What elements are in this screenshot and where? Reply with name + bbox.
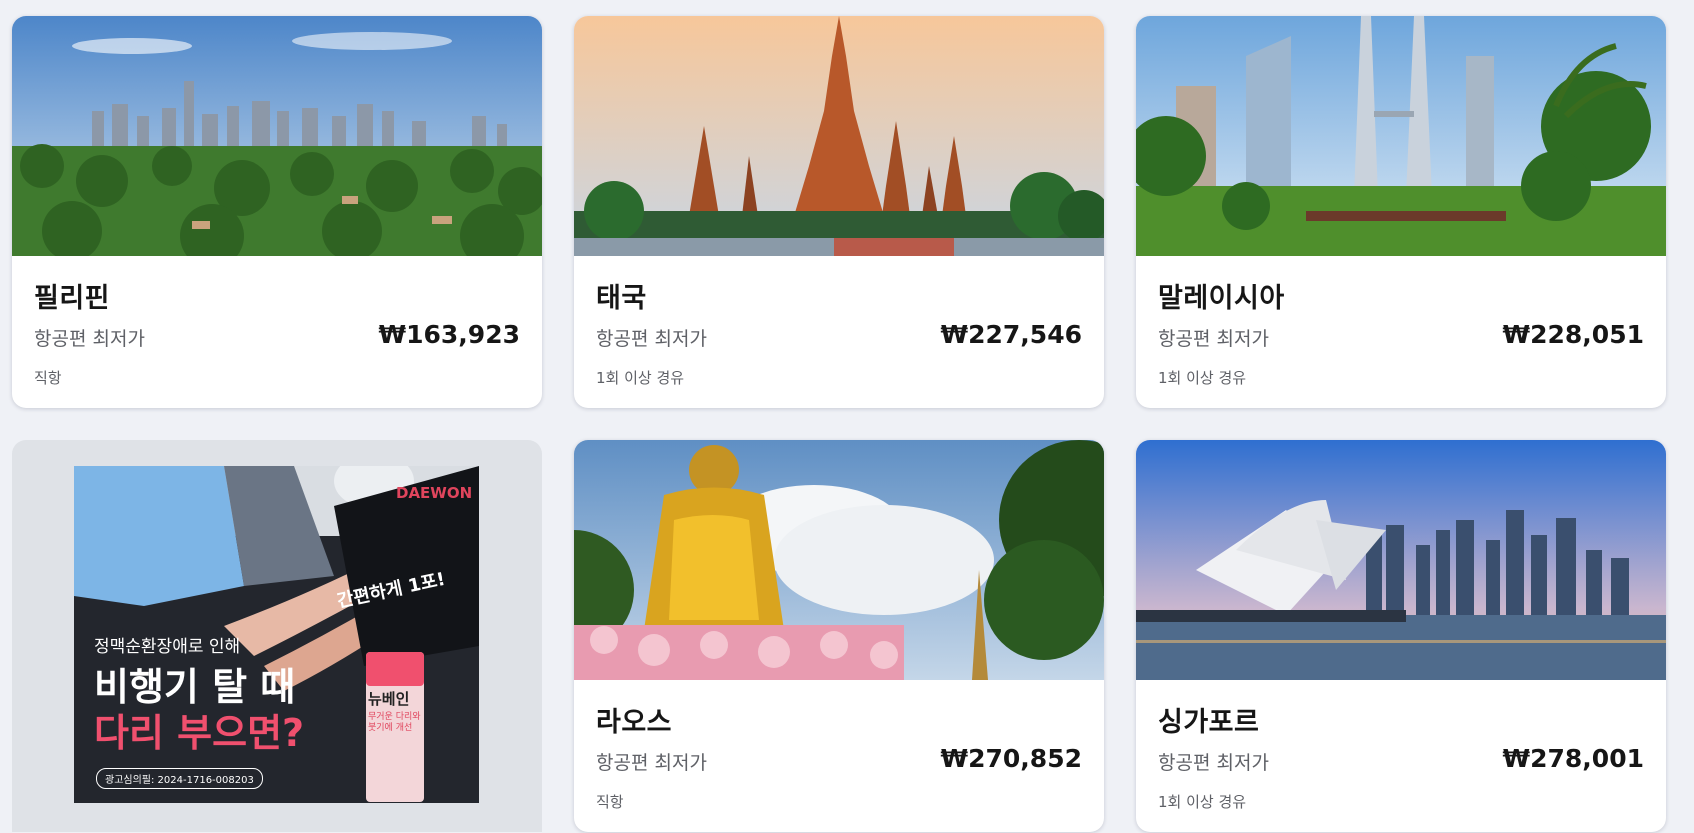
destination-name: 필리핀: [34, 283, 111, 314]
card-body: 말레이시아 항공편 최저가 ₩228,051 1회 이상 경유: [1136, 256, 1666, 408]
ad-banner[interactable]: DAEWON 간편하게 1포! 정맥순환장애로 인해 비행기 탈 때 다리 부으…: [12, 440, 542, 832]
lowest-price: ₩270,852: [940, 744, 1082, 773]
price-label: 항공편 최저가: [596, 752, 707, 774]
destination-name: 라오스: [596, 707, 673, 738]
stops-info: 직항: [34, 369, 62, 387]
lowest-price: ₩163,923: [378, 320, 520, 349]
philippines-photo: [12, 16, 542, 256]
stops-info: 1회 이상 경유: [596, 369, 685, 387]
price-label: 항공편 최저가: [1158, 752, 1269, 774]
price-label: 항공편 최저가: [596, 328, 707, 350]
destination-card-singapore[interactable]: 싱가포르 항공편 최저가 ₩278,001 1회 이상 경유: [1136, 440, 1666, 832]
price-label: 항공편 최저가: [34, 328, 145, 350]
destination-card-laos[interactable]: 라오스 항공편 최저가 ₩270,852 직항: [574, 440, 1104, 832]
destination-card-malaysia[interactable]: 말레이시아 항공편 최저가 ₩228,051 1회 이상 경유: [1136, 16, 1666, 408]
laos-photo: [574, 440, 1104, 680]
destination-name: 말레이시아: [1158, 283, 1285, 314]
ad-approval-number: 광고심의필: 2024-1716-008203: [96, 768, 263, 789]
lowest-price: ₩278,001: [1502, 744, 1644, 773]
lowest-price: ₩228,051: [1502, 320, 1644, 349]
ad-headline-3: 다리 부으면?: [94, 711, 305, 755]
ad-product-copy: 무거운 다리와 붓기에 개선: [368, 712, 421, 733]
ad-creative[interactable]: DAEWON 간편하게 1포! 정맥순환장애로 인해 비행기 탈 때 다리 부으…: [74, 466, 479, 803]
destination-card-thailand[interactable]: 태국 항공편 최저가 ₩227,546 1회 이상 경유: [574, 16, 1104, 408]
lowest-price: ₩227,546: [940, 320, 1082, 349]
destination-card-philippines[interactable]: 필리핀 항공편 최저가 ₩163,923 직항: [12, 16, 542, 408]
ad-product-name: 뉴베인: [368, 690, 410, 708]
thailand-photo: [574, 16, 1104, 256]
destination-name: 싱가포르: [1158, 707, 1260, 738]
card-body: 라오스 항공편 최저가 ₩270,852 직항: [574, 680, 1104, 832]
stops-info: 직항: [596, 793, 624, 811]
card-body: 필리핀 항공편 최저가 ₩163,923 직항: [12, 256, 542, 408]
ad-brand-logo: DAEWON: [396, 484, 473, 502]
singapore-photo: [1136, 440, 1666, 680]
card-body: 싱가포르 항공편 최저가 ₩278,001 1회 이상 경유: [1136, 680, 1666, 832]
card-body: 태국 항공편 최저가 ₩227,546 1회 이상 경유: [574, 256, 1104, 408]
destination-name: 태국: [596, 283, 647, 314]
price-label: 항공편 최저가: [1158, 328, 1269, 350]
malaysia-photo: [1136, 16, 1666, 256]
stops-info: 1회 이상 경유: [1158, 793, 1247, 811]
ad-headline-1: 정맥순환장애로 인해: [94, 637, 241, 657]
stops-info: 1회 이상 경유: [1158, 369, 1247, 387]
